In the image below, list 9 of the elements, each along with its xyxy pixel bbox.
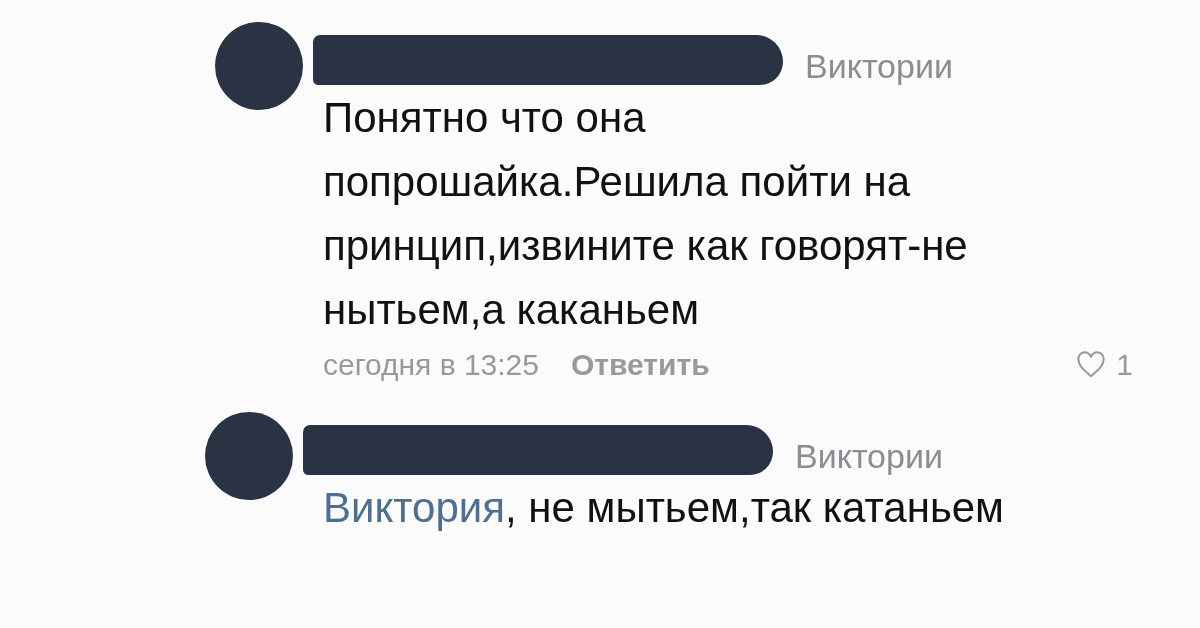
heart-icon [1076, 351, 1107, 379]
comment-text: Понятно что она попрошайка.Решила пойти на принцип,извините как говорят-не нытьем,а каканьем [323, 93, 969, 335]
like-button[interactable]: 1 [1076, 348, 1133, 382]
reply-to-name: Виктории [805, 46, 953, 86]
mention-link[interactable]: Виктория [323, 484, 505, 531]
comment-text: Виктория, не мытьем,так катаньем [323, 483, 1005, 533]
reply-to-name: Виктории [795, 436, 943, 476]
reply-link[interactable]: Ответить [571, 348, 710, 382]
comment-time: сегодня в 13:25 [323, 348, 539, 382]
